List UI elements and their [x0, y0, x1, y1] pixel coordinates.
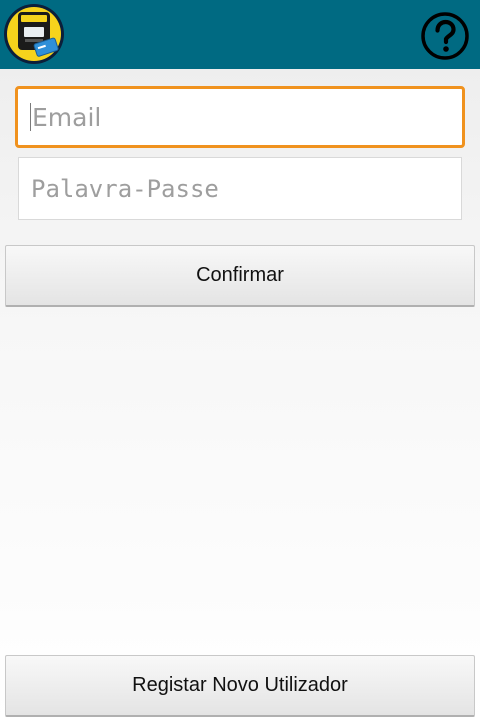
confirm-button[interactable]: Confirmar: [5, 245, 475, 307]
register-new-user-button[interactable]: Registar Novo Utilizador: [5, 655, 475, 717]
register-button-label: Registar Novo Utilizador: [132, 674, 348, 696]
confirm-button-label: Confirmar: [196, 264, 284, 286]
help-button[interactable]: [418, 11, 472, 61]
email-placeholder: Email: [32, 102, 102, 132]
text-cursor: [30, 103, 31, 131]
password-placeholder: Palavra-Passe: [31, 174, 219, 203]
top-app-bar: [0, 0, 480, 69]
email-input[interactable]: Email: [15, 86, 465, 148]
app-logo-icon: [4, 4, 64, 64]
password-input[interactable]: Palavra-Passe: [18, 157, 462, 220]
